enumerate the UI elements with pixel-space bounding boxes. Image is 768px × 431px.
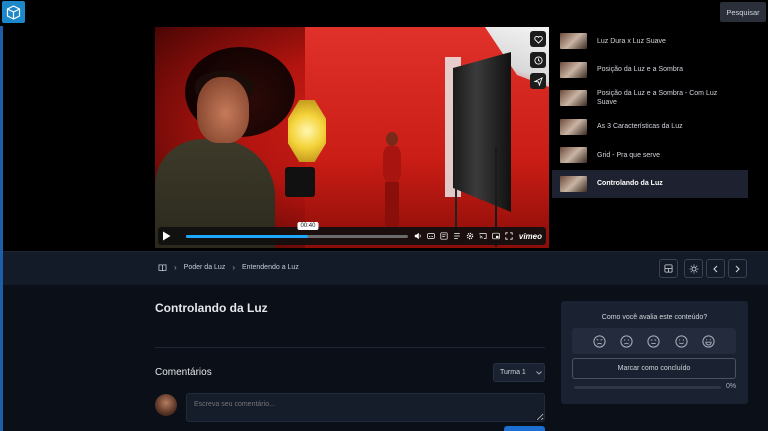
video-softbox bbox=[453, 52, 511, 212]
class-select-value: Turma 1 bbox=[500, 369, 526, 376]
breadcrumb-bar: › Poder da Luz › Entendendo a Luz bbox=[3, 251, 768, 285]
playlist-item-title: Posição da Luz e a Sombra - Com Luz Suav… bbox=[597, 90, 718, 107]
chevron-right-icon: › bbox=[232, 263, 235, 272]
breadcrumb-item[interactable]: Poder da Luz bbox=[184, 264, 226, 271]
playlist-item[interactable]: Luz Dura x Luz Suave bbox=[552, 27, 748, 56]
heart-icon[interactable] bbox=[530, 31, 546, 47]
captions-icon[interactable] bbox=[427, 232, 435, 240]
playlist-item-active[interactable]: Controlando da Luz bbox=[552, 169, 748, 198]
chevron-right-icon bbox=[735, 265, 740, 272]
completion-progress-bar bbox=[574, 386, 721, 389]
comments-heading: Comentários bbox=[155, 367, 212, 378]
volume-icon[interactable] bbox=[414, 232, 422, 240]
lesson-thumbnail bbox=[560, 118, 587, 135]
grid-icon bbox=[664, 264, 673, 273]
lesson-playlist: Luz Dura x Luz Suave Posição da Luz e a … bbox=[552, 27, 748, 200]
fullscreen-icon[interactable] bbox=[505, 232, 513, 240]
play-icon[interactable] bbox=[162, 229, 172, 243]
video-camera-prop bbox=[285, 167, 315, 197]
playlist-item-title: Controlando da Luz bbox=[597, 180, 663, 188]
playlist-item[interactable]: Posição da Luz e a Sombra bbox=[552, 56, 748, 85]
light-mode-button[interactable] bbox=[684, 259, 703, 278]
pip-icon[interactable] bbox=[492, 232, 500, 240]
video-side-actions bbox=[530, 31, 546, 89]
top-bar: Pesquisar bbox=[0, 0, 768, 26]
neutral-face-icon[interactable] bbox=[647, 334, 661, 348]
lesson-thumbnail bbox=[560, 90, 587, 107]
breadcrumb-item[interactable]: Entendendo a Luz bbox=[242, 264, 299, 271]
playlist-item[interactable]: Posição da Luz e a Sombra - Com Luz Suav… bbox=[552, 84, 748, 113]
transcript-icon[interactable] bbox=[440, 232, 448, 240]
materials-button[interactable] bbox=[659, 259, 678, 278]
rating-question: Como você avalia este conteúdo? bbox=[601, 314, 708, 321]
cast-icon[interactable] bbox=[479, 232, 487, 240]
very-happy-face-icon[interactable] bbox=[702, 334, 715, 348]
completion-percentage: 0% bbox=[726, 383, 737, 390]
playlist-item-title: Luz Dura x Luz Suave bbox=[597, 37, 666, 45]
lesson-thumbnail bbox=[560, 33, 587, 50]
chevron-left-icon bbox=[713, 265, 718, 272]
avatar bbox=[155, 394, 177, 416]
mark-complete-button[interactable]: Marcar como concluído bbox=[572, 358, 736, 379]
playlist-item[interactable]: As 3 Características da Luz bbox=[552, 113, 748, 142]
video-progress-bar[interactable]: 00:40 bbox=[185, 221, 408, 238]
divider bbox=[155, 347, 545, 348]
very-angry-face-icon[interactable] bbox=[593, 334, 606, 348]
vimeo-logo[interactable]: vimeo bbox=[519, 232, 542, 241]
previous-lesson-button[interactable] bbox=[706, 259, 725, 278]
share-icon[interactable] bbox=[530, 73, 546, 89]
video-presenter-figure bbox=[155, 69, 290, 248]
video-progress-fill bbox=[185, 234, 308, 238]
class-select[interactable]: Turma 1 bbox=[493, 363, 545, 382]
video-controls: 00:40 vimeo bbox=[158, 221, 546, 245]
lesson-thumbnail bbox=[560, 61, 587, 78]
video-reflector bbox=[288, 100, 326, 162]
playlist-item-title: Posição da Luz e a Sombra bbox=[597, 66, 683, 74]
playlist-item-title: As 3 Características da Luz bbox=[597, 123, 683, 131]
breadcrumb: › Poder da Luz › Entendendo a Luz bbox=[158, 263, 299, 272]
video-light-stand bbox=[455, 102, 457, 242]
chevron-right-icon: › bbox=[174, 263, 177, 272]
sad-face-icon[interactable] bbox=[620, 334, 633, 348]
lesson-title: Controlando da Luz bbox=[155, 301, 268, 315]
submit-comment-button[interactable] bbox=[504, 426, 545, 431]
rating-card: Como você avalia este conteúdo? Marcar c… bbox=[561, 301, 748, 404]
video-time-tooltip: 00:40 bbox=[297, 221, 319, 230]
smiling-face-icon[interactable] bbox=[675, 334, 688, 348]
sun-icon bbox=[689, 264, 698, 273]
lesson-thumbnail bbox=[560, 147, 587, 164]
video-model-figure bbox=[377, 132, 407, 227]
next-lesson-button[interactable] bbox=[728, 259, 747, 278]
chevron-down-icon bbox=[535, 370, 542, 375]
rating-options bbox=[572, 328, 736, 354]
settings-gear-icon[interactable] bbox=[466, 232, 474, 240]
search-button[interactable]: Pesquisar bbox=[720, 2, 766, 22]
playlist-item-title: Grid - Pra que serve bbox=[597, 151, 661, 159]
lesson-thumbnail bbox=[560, 175, 587, 192]
book-icon[interactable] bbox=[158, 263, 167, 272]
chapters-icon[interactable] bbox=[453, 232, 461, 240]
logo-icon[interactable] bbox=[2, 1, 25, 23]
video-player[interactable]: 00:40 vimeo bbox=[155, 27, 549, 248]
clock-icon[interactable] bbox=[530, 52, 546, 68]
comment-input[interactable] bbox=[186, 393, 545, 422]
playlist-item[interactable]: Grid - Pra que serve bbox=[552, 141, 748, 170]
